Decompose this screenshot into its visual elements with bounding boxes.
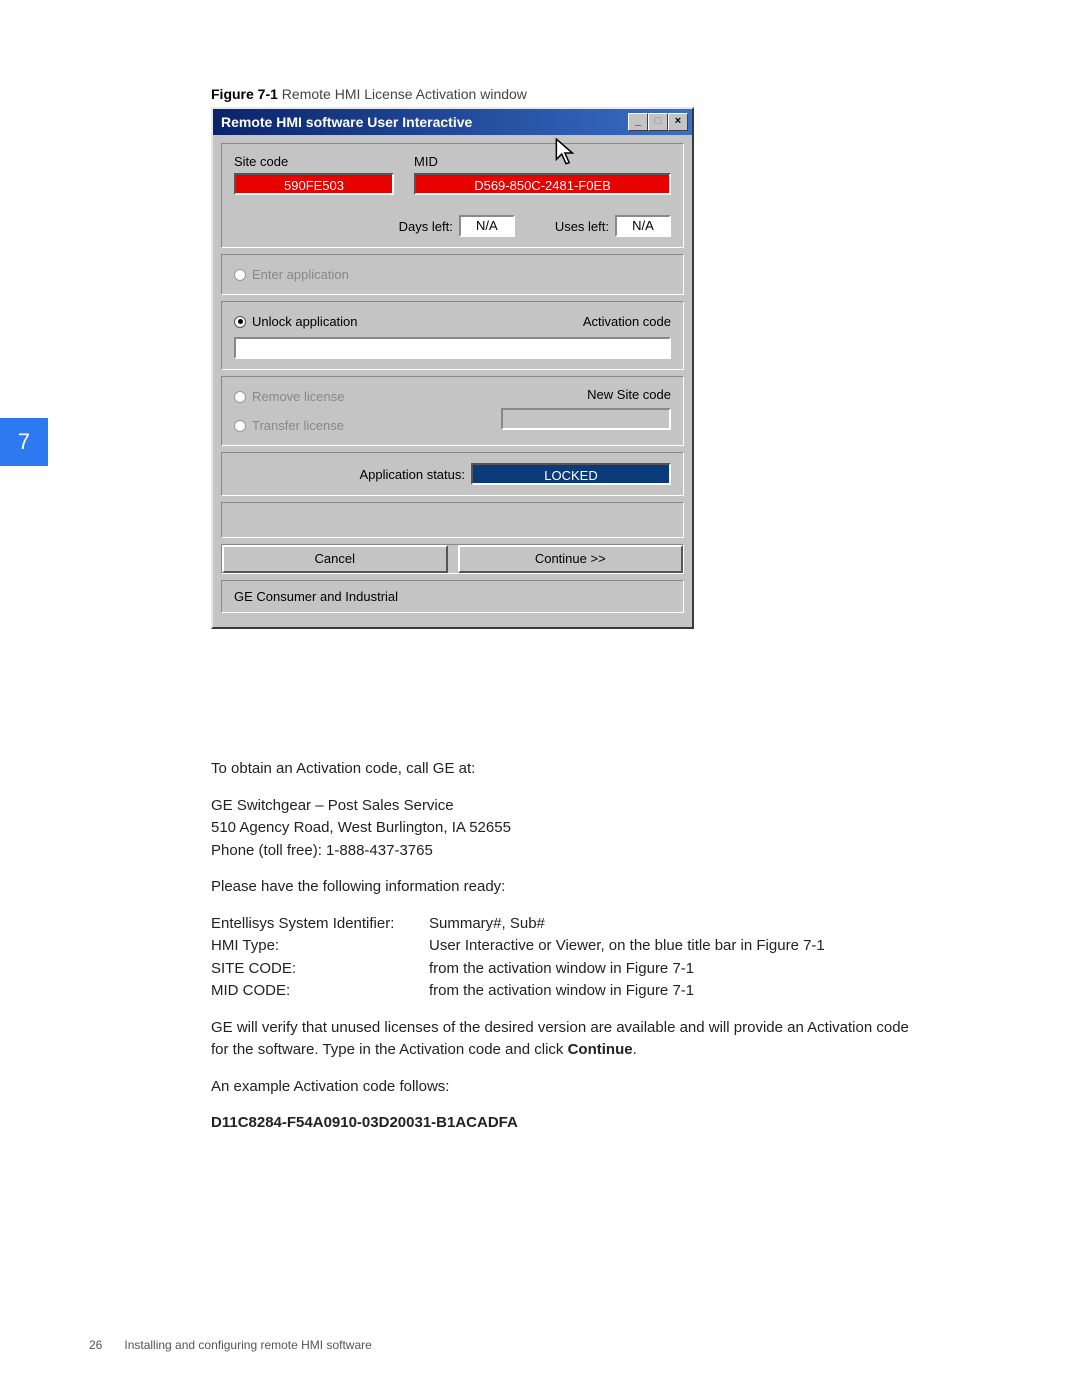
activation-code-input[interactable] [234,337,671,359]
blank-panel [221,502,684,538]
mid-value: D569-850C-2481-F0EB [414,173,671,195]
new-site-code-input [501,408,671,430]
doc-title: Installing and configuring remote HMI so… [124,1338,371,1352]
mid-label: MID [414,154,671,169]
unlock-app-panel: Unlock application Activation code [221,301,684,370]
figure-caption: Figure 7-1 Remote HMI License Activation… [211,86,527,102]
enter-app-label: Enter application [252,267,349,282]
info-table: Entellisys System Identifier: Summary#, … [211,913,911,1003]
license-panel: Remove license Transfer license New Site… [221,376,684,446]
address-block: GE Switchgear – Post Sales Service 510 A… [211,795,911,863]
p4: An example Activation code follows: [211,1076,911,1099]
figure-text: Remote HMI License Activation window [282,86,527,102]
window-titlebar[interactable]: Remote HMI software User Interactive _ □… [213,109,692,135]
p2: Please have the following information re… [211,876,911,899]
p3: GE will verify that unused licenses of t… [211,1017,911,1062]
page-number: 26 [89,1338,102,1352]
uses-left-label: Uses left: [555,219,609,234]
cursor-icon [555,138,577,168]
table-row: MID CODE: from the activation window in … [211,980,911,1003]
figure-label: Figure 7-1 [211,86,278,102]
radio-transfer-license [234,420,246,432]
radio-unlock-app[interactable] [234,316,246,328]
table-row: HMI Type: User Interactive or Viewer, on… [211,935,911,958]
activation-window: Remote HMI software User Interactive _ □… [211,107,694,629]
page-footer: 26 Installing and configuring remote HMI… [89,1338,372,1352]
example-activation-code: D11C8284-F54A0910-03D20031-B1ACADFA [211,1112,911,1135]
p1: To obtain an Activation code, call GE at… [211,758,911,781]
transfer-license-label: Transfer license [252,418,344,433]
remove-license-label: Remove license [252,389,345,404]
button-panel: Cancel Continue >> [221,544,684,574]
chapter-tab: 7 [0,418,48,466]
app-status-value: LOCKED [471,463,671,485]
minimize-icon[interactable]: _ [628,113,648,131]
table-row: SITE CODE: from the activation window in… [211,958,911,981]
instruction-text: To obtain an Activation code, call GE at… [211,758,911,1149]
window-title: Remote HMI software User Interactive [217,114,628,130]
status-panel: Application status: LOCKED [221,452,684,496]
continue-button[interactable]: Continue >> [458,545,684,573]
codes-panel: Site code 590FE503 MID D569-850C-2481-F0… [221,143,684,248]
radio-enter-app [234,269,246,281]
unlock-app-label: Unlock application [252,314,358,329]
uses-left-value: N/A [615,215,671,237]
radio-remove-license [234,391,246,403]
table-row: Entellisys System Identifier: Summary#, … [211,913,911,936]
site-code-value: 590FE503 [234,173,394,195]
enter-app-panel: Enter application [221,254,684,295]
days-left-label: Days left: [399,219,453,234]
cancel-button[interactable]: Cancel [222,545,448,573]
activation-code-label: Activation code [583,314,671,329]
site-code-label: Site code [234,154,394,169]
close-icon[interactable]: × [668,113,688,131]
days-left-value: N/A [459,215,515,237]
maximize-icon: □ [648,113,668,131]
app-status-label: Application status: [359,467,465,482]
new-site-code-label: New Site code [587,387,671,402]
vendor-footer: GE Consumer and Industrial [221,580,684,613]
